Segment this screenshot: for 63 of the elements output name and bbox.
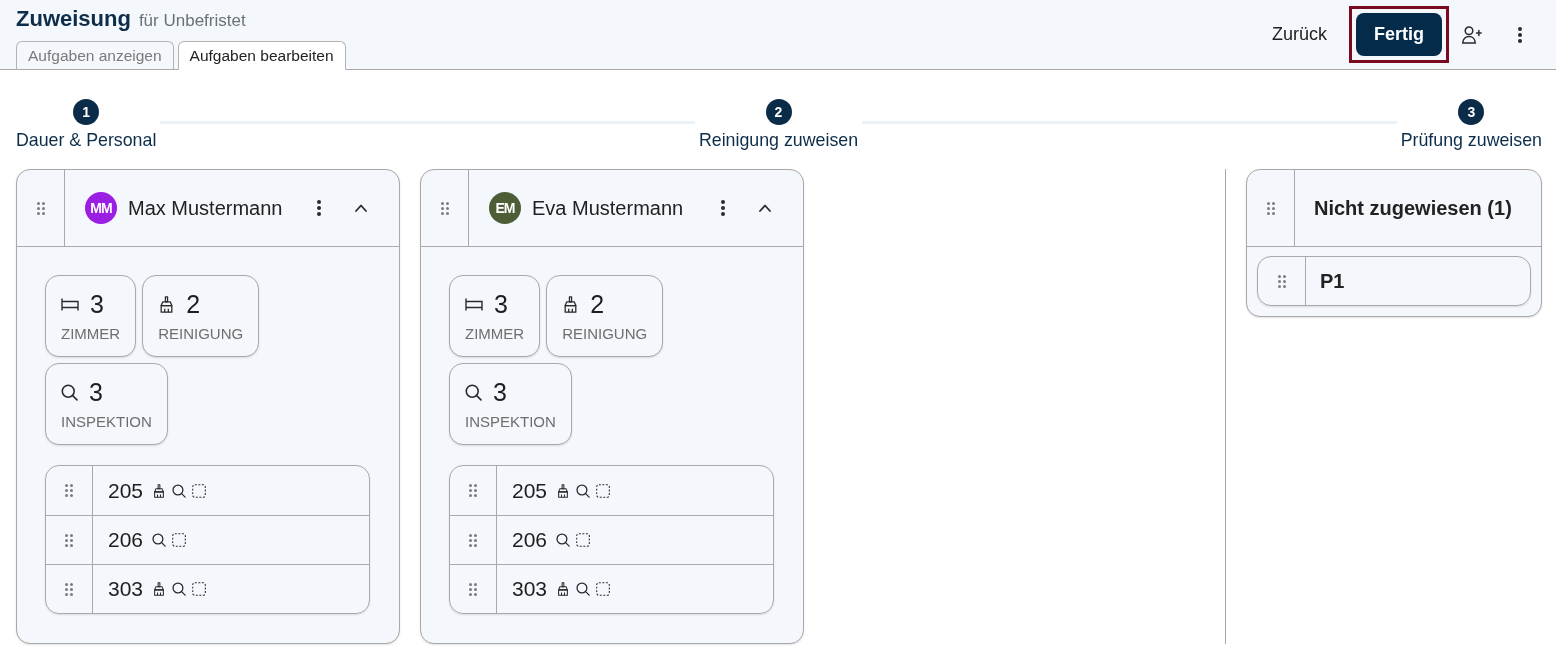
drag-handle-icon[interactable]: [469, 484, 477, 497]
avatar: MM: [85, 192, 117, 224]
stat-label: ZIMMER: [465, 324, 525, 344]
drag-handle-icon[interactable]: [1266, 201, 1275, 215]
stat-label: REINIGUNG: [158, 324, 244, 344]
stat-value: 3: [493, 377, 507, 407]
chevron-up-icon: [355, 204, 367, 212]
stat-value: 2: [186, 289, 201, 319]
step-number: 3: [1458, 99, 1485, 125]
search-icon: [61, 383, 78, 401]
bed-icon: [61, 297, 79, 311]
search-icon: [465, 383, 482, 401]
drag-handle-icon[interactable]: [65, 533, 73, 547]
chevron-up-icon: [759, 204, 771, 212]
drag-handle-icon[interactable]: [1277, 274, 1286, 288]
unassigned-title: Nicht zugewiesen (1): [1314, 196, 1512, 221]
room-number: 303: [511, 576, 548, 603]
avatar: EM: [489, 192, 521, 224]
stat-label: INSPEKTION: [465, 412, 556, 432]
drag-handle-icon[interactable]: [469, 582, 477, 596]
stat-value: 3: [494, 289, 508, 319]
page-subtitle: für Unbefristet: [138, 10, 246, 32]
room-number: 205: [511, 477, 548, 504]
room-number: 206: [107, 527, 144, 554]
step-label: Dauer & Personal: [16, 130, 157, 150]
task-item[interactable]: P1: [1257, 256, 1531, 306]
dashed-square-icon: [576, 533, 591, 547]
dashed-square-icon: [172, 533, 187, 547]
step-label: Reinigung zuweisen: [698, 130, 859, 150]
stat-value: 2: [590, 289, 605, 319]
bed-icon: [465, 297, 483, 311]
person-add-icon: [1462, 25, 1482, 44]
drag-handle-icon[interactable]: [65, 582, 73, 596]
stat-value: 3: [89, 377, 103, 407]
page-title: Zuweisung: [16, 6, 131, 32]
step-label: Prüfung zuweisen: [1400, 130, 1542, 150]
stat-label: INSPEKTION: [61, 412, 152, 432]
drag-handle-icon[interactable]: [469, 533, 477, 547]
dashed-square-icon: [192, 582, 207, 596]
tab[interactable]: Aufgaben anzeigen: [16, 41, 174, 70]
step-number: 2: [765, 99, 792, 125]
done-button[interactable]: Fertig: [1356, 13, 1442, 56]
stat-value: 3: [90, 289, 104, 319]
drag-handle-icon[interactable]: [65, 484, 73, 497]
dashed-square-icon: [596, 582, 611, 596]
more-icon: [721, 200, 725, 216]
more-icon: [1518, 26, 1522, 43]
drag-handle-icon[interactable]: [440, 201, 449, 215]
dashed-square-icon: [192, 483, 207, 498]
more-icon: [317, 200, 321, 216]
back-button[interactable]: Zurück: [1260, 13, 1339, 56]
staff-name: Eva Mustermann: [532, 196, 684, 221]
room-number: 206: [511, 527, 548, 554]
step-number: 1: [73, 99, 100, 125]
dashed-square-icon: [596, 483, 611, 498]
room-number: 303: [107, 576, 144, 603]
room-number: 205: [107, 477, 144, 504]
drag-handle-icon[interactable]: [36, 201, 45, 215]
staff-name: Max Mustermann: [128, 196, 283, 221]
tab[interactable]: Aufgaben bearbeiten: [177, 41, 346, 70]
stat-label: ZIMMER: [61, 324, 121, 344]
task-label: P1: [1319, 269, 1345, 294]
stat-label: REINIGUNG: [562, 324, 648, 344]
